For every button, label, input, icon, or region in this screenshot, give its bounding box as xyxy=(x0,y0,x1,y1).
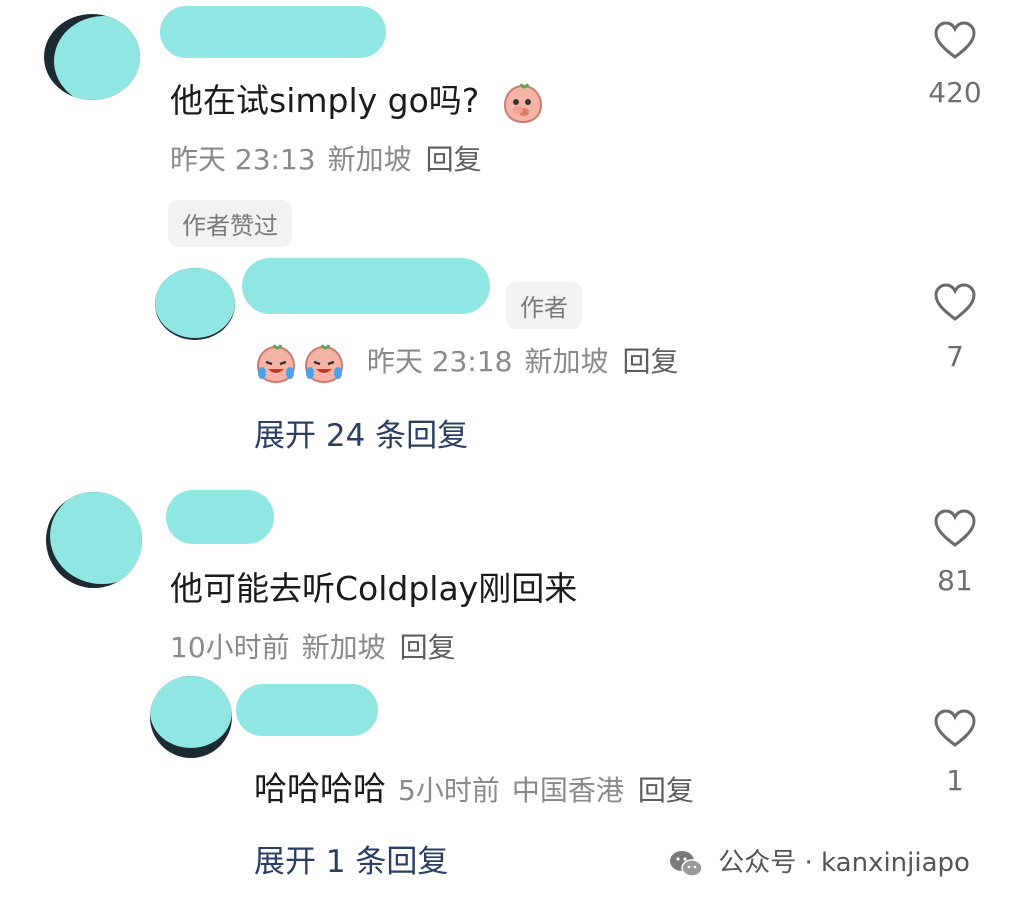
username-redacted[interactable] xyxy=(160,6,386,58)
watermark: 公众号 · kanxinjiapo xyxy=(668,842,970,880)
like-heart-icon[interactable] xyxy=(933,282,977,322)
reply-button[interactable]: 回复 xyxy=(400,631,456,664)
reply-time: 5小时前 xyxy=(398,774,500,807)
reply-button[interactable]: 回复 xyxy=(638,774,694,807)
author-badge: 作者 xyxy=(506,282,582,329)
username-redacted[interactable] xyxy=(236,684,378,736)
comment-time: 10小时前 xyxy=(170,631,290,664)
crying-laugh-emoji-icon xyxy=(256,344,296,384)
reply-meta: 哈哈哈哈 5小时前 中国香港 回复 xyxy=(254,762,694,810)
like-heart-icon[interactable] xyxy=(933,708,977,748)
reply-text: 哈哈哈哈 xyxy=(254,769,386,808)
reply-button[interactable]: 回复 xyxy=(623,345,679,378)
watermark-text: 公众号 · kanxinjiapo xyxy=(718,848,970,878)
username-redacted[interactable] xyxy=(242,258,490,314)
avatar[interactable] xyxy=(44,14,140,100)
avatar[interactable] xyxy=(150,676,232,758)
reply-button[interactable]: 回复 xyxy=(426,143,482,176)
comment-location: 新加坡 xyxy=(327,143,412,176)
username-redacted[interactable] xyxy=(166,490,274,544)
shy-peach-emoji-icon xyxy=(503,82,542,123)
like-heart-icon[interactable] xyxy=(933,20,977,60)
avatar[interactable] xyxy=(46,492,142,588)
like-count: 81 xyxy=(937,564,973,597)
comment-location: 新加坡 xyxy=(301,631,386,664)
like-count: 1 xyxy=(946,764,964,797)
like-count: 7 xyxy=(946,340,964,373)
reply-time: 昨天 23:18 xyxy=(366,345,513,378)
comment-time: 昨天 23:13 xyxy=(170,143,316,176)
like-heart-icon[interactable] xyxy=(933,508,977,548)
comment-meta: 昨天 23:13 新加坡 回复 xyxy=(170,138,482,178)
crying-laugh-emoji-icon xyxy=(304,344,344,384)
comment-text: 他可能去听Coldplay刚回来 xyxy=(170,569,578,608)
comment-text: 他在试simply go吗? xyxy=(170,74,546,126)
reply-location: 中国香港 xyxy=(511,774,624,807)
author-liked-badge: 作者赞过 xyxy=(168,200,292,247)
wechat-icon xyxy=(670,850,703,877)
reply-meta: 昨天 23:18 新加坡 回复 xyxy=(254,340,679,385)
expand-replies-link[interactable]: 展开 1 条回复 xyxy=(254,836,448,881)
comment-meta: 10小时前 新加坡 回复 xyxy=(170,626,456,666)
expand-replies-link[interactable]: 展开 24 条回复 xyxy=(254,410,468,455)
like-count: 420 xyxy=(928,76,982,109)
reply-location: 新加坡 xyxy=(524,345,609,378)
avatar[interactable] xyxy=(155,268,235,340)
